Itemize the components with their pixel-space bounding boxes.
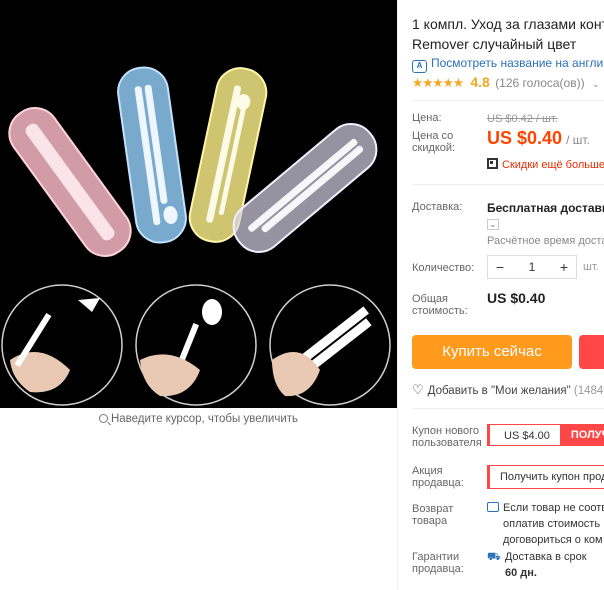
coupon-amount: US $4.00 bbox=[487, 424, 561, 446]
more-discounts-text: Скидки ещё больше bbox=[502, 159, 604, 171]
return-icon bbox=[487, 502, 499, 512]
translate-title-link[interactable]: A Посмотреть название на англий bbox=[412, 56, 604, 73]
seller-coupon[interactable]: Получить купон прод bbox=[487, 465, 604, 492]
divider bbox=[412, 184, 604, 185]
returns-info: Если товар не соотв оплатив стоимость до… bbox=[487, 500, 604, 548]
shipping-estimate-text: Расчётное время доста bbox=[487, 235, 604, 247]
delivery-guarantee: Доставка в срок bbox=[504, 551, 587, 563]
seller-promo-label: Акция продавца: bbox=[412, 465, 464, 489]
quantity-decrease-button[interactable]: − bbox=[488, 256, 512, 278]
more-discounts-link[interactable]: Скидки ещё больше bbox=[487, 157, 604, 171]
total-label: Общая стоимость: bbox=[412, 293, 468, 317]
translate-link-text: Посмотреть название на англий bbox=[431, 56, 604, 70]
rating-summary[interactable]: ★★★★★ 4.8 (126 голоса(ов)) ⌄ bbox=[412, 74, 599, 90]
chevron-down-icon: ⌄ bbox=[591, 79, 600, 89]
truck-icon: ⛟ bbox=[487, 551, 501, 563]
chevron-down-icon: ⌄ bbox=[487, 219, 499, 230]
discount-price-label-1: Цена со bbox=[412, 130, 454, 142]
quantity-label: Количество: bbox=[412, 262, 475, 274]
quantity-increase-button[interactable]: + bbox=[552, 256, 576, 278]
product-title: 1 компл. Уход за глазами конта Remover с… bbox=[412, 14, 604, 54]
price-label: Цена: bbox=[412, 112, 442, 124]
current-price: US $0.40/ шт. bbox=[487, 128, 590, 149]
coupon-label-2: пользователя bbox=[412, 437, 482, 449]
product-info: 1 компл. Уход за глазами конта Remover с… bbox=[412, 0, 604, 590]
new-user-coupon: US $4.00ПОЛУЧ bbox=[487, 424, 604, 446]
total-label-1: Общая bbox=[412, 293, 448, 305]
discount-price-label: Цена со скидкой: bbox=[412, 130, 455, 154]
quantity-input[interactable]: 1 bbox=[512, 256, 552, 278]
seller-promo-label-2: продавца: bbox=[412, 477, 464, 489]
zoom-hint: Наведите курсор, чтобы увеличить bbox=[0, 413, 397, 425]
product-title-line2: Remover случайный цвет bbox=[412, 36, 577, 52]
seller-coupon-text: Получить купон прод bbox=[487, 465, 604, 489]
divider bbox=[412, 408, 604, 409]
heart-icon: ♡ bbox=[412, 382, 424, 397]
guarantees-label-2: продавца: bbox=[412, 563, 464, 575]
total-value: US $0.40 bbox=[487, 290, 545, 306]
returns-label: Возврат товара bbox=[412, 503, 453, 527]
divider bbox=[412, 100, 604, 101]
add-to-cart-button[interactable] bbox=[579, 335, 604, 369]
wishlist-count: (1484 bbox=[573, 385, 604, 397]
discount-price-label-2: скидкой: bbox=[412, 142, 456, 154]
translate-icon: A bbox=[412, 60, 427, 73]
total-value-text: US $0.40 bbox=[487, 290, 546, 306]
zoom-hint-text: Наведите курсор, чтобы увеличить bbox=[110, 413, 299, 425]
seller-promo-label-1: Акция bbox=[412, 465, 443, 477]
get-coupon-button[interactable]: ПОЛУЧ bbox=[560, 424, 604, 446]
coupon-label-1: Купон нового bbox=[412, 425, 480, 437]
shipping-label: Доставка: bbox=[412, 201, 463, 213]
magnifier-icon bbox=[98, 414, 108, 423]
new-user-coupon-label: Купон нового пользователя bbox=[412, 425, 482, 449]
rating-stars-icon: ★★★★★ bbox=[412, 76, 464, 90]
shipping-estimate: Расчётное время доста bbox=[487, 233, 604, 247]
rating-votes: (126 голоса(ов)) bbox=[495, 76, 585, 90]
delivery-days: 60 дн. bbox=[505, 567, 537, 579]
price-unit: / шт. bbox=[566, 133, 590, 147]
returns-line2: оплатив стоимость bbox=[503, 518, 601, 530]
guarantees-info: ⛟ Доставка в срок 60 дн. bbox=[487, 549, 587, 581]
column-divider bbox=[397, 0, 398, 590]
product-photo bbox=[0, 0, 397, 408]
quantity-box: − 1 + bbox=[487, 255, 577, 279]
shipping-value[interactable]: Бесплатная доставка bbox=[487, 201, 604, 215]
wishlist-text: Добавить в "Мои желания" bbox=[427, 385, 571, 397]
returns-label-1: Возврат bbox=[412, 503, 454, 515]
returns-line3: договориться о ком bbox=[503, 534, 603, 546]
returns-label-2: товара bbox=[412, 515, 448, 527]
qr-code-icon bbox=[487, 158, 498, 169]
guarantees-label-1: Гарантии bbox=[412, 551, 460, 563]
quantity-unit: шт. bbox=[583, 261, 599, 273]
shipping-method: Бесплатная доставка bbox=[487, 201, 604, 215]
returns-line1: Если товар не соотв bbox=[503, 502, 604, 514]
rating-score: 4.8 bbox=[470, 74, 490, 90]
old-price-text: US $0.42 / шт. bbox=[487, 113, 558, 125]
quantity-stepper: − 1 + шт. bbox=[487, 254, 599, 280]
buy-now-button[interactable]: Купить сейчас bbox=[412, 335, 572, 369]
price-value: US $0.40 bbox=[487, 128, 563, 148]
product-main-image[interactable] bbox=[0, 0, 397, 408]
guarantees-label: Гарантии продавца: bbox=[412, 551, 464, 575]
shipping-options-toggle[interactable]: ⌄ bbox=[487, 216, 499, 230]
product-title-line1: 1 компл. Уход за глазами конта bbox=[412, 16, 604, 32]
add-to-wishlist-link[interactable]: ♡ Добавить в "Мои желания" (1484 bbox=[412, 382, 603, 398]
old-price: US $0.42 / шт. bbox=[487, 111, 558, 125]
total-label-2: стоимость: bbox=[412, 305, 468, 317]
